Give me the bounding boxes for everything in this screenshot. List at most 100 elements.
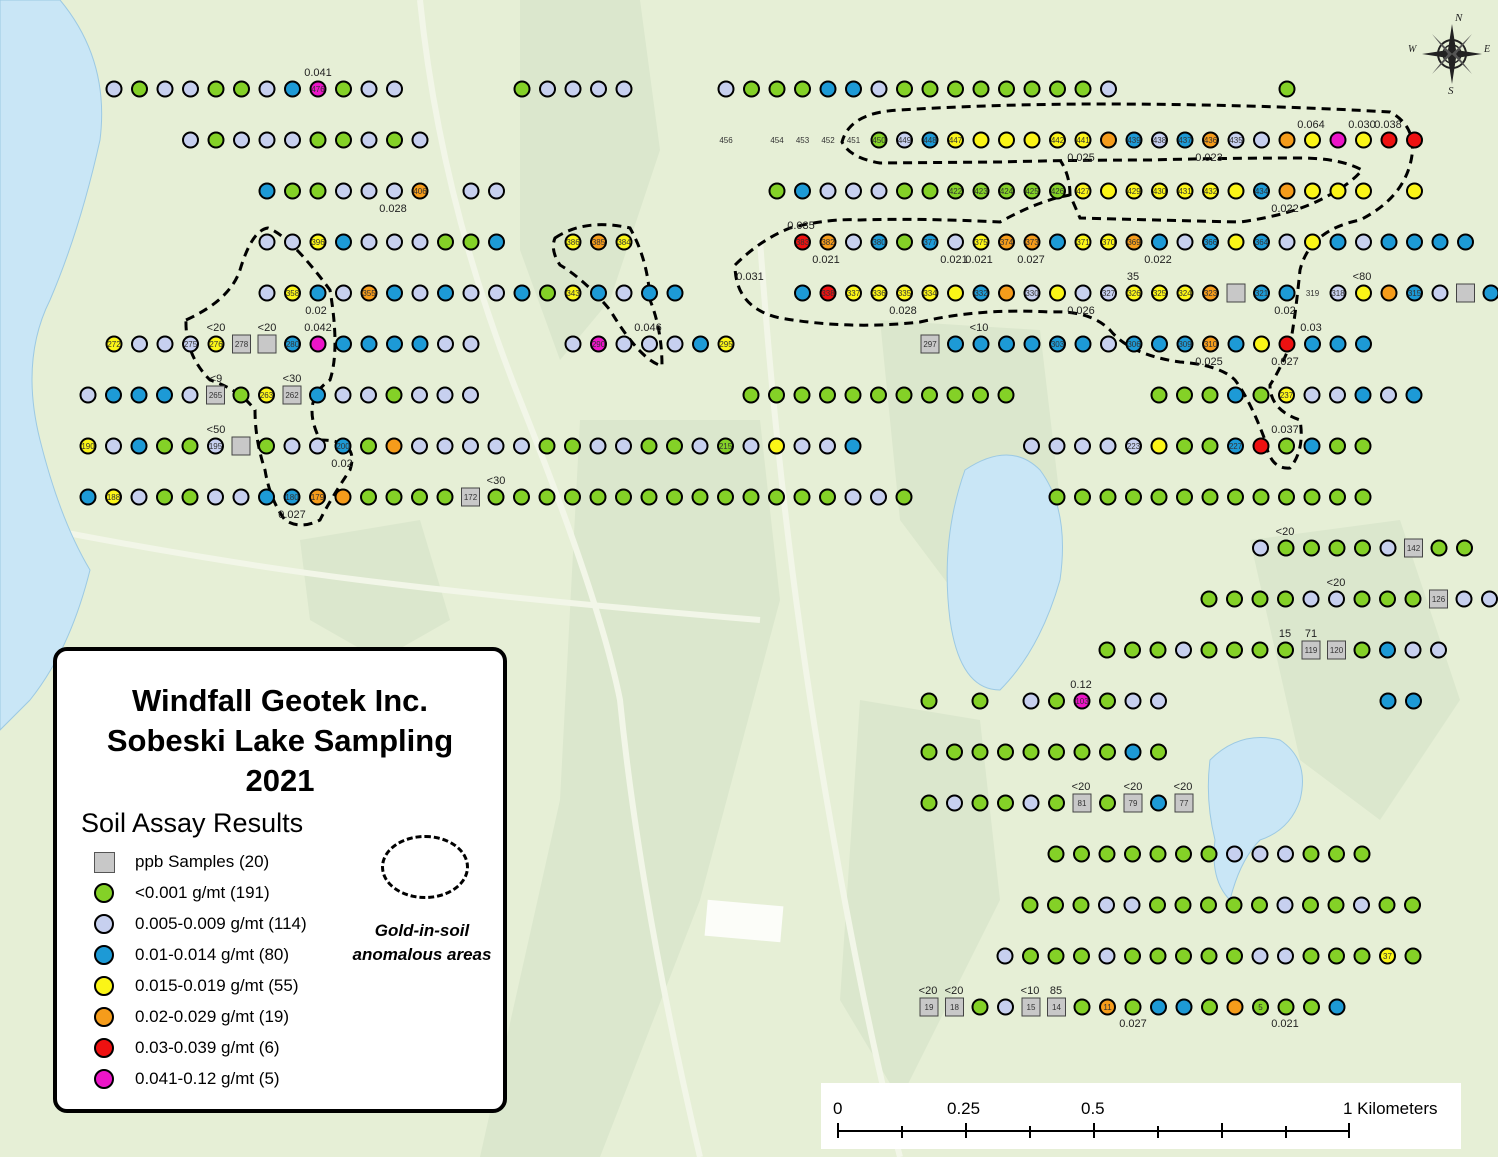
sample-id-label: 438 xyxy=(1153,136,1167,145)
soil-sample-point xyxy=(1098,641,1116,659)
sample-id-label: 423 xyxy=(974,187,988,196)
soil-sample-point xyxy=(1022,743,1040,761)
soil-sample-point xyxy=(105,80,123,98)
assay-value-label: 0.023 xyxy=(1195,152,1223,164)
sample-id-label: 263 xyxy=(260,391,274,400)
soil-sample-point xyxy=(411,335,429,353)
soil-sample-point xyxy=(1406,182,1423,200)
assay-value-label: 0.022 xyxy=(1144,254,1172,266)
compass-east-label: E xyxy=(1483,44,1490,55)
soil-sample-point xyxy=(1200,590,1218,608)
assay-value-label: 0.037 xyxy=(1271,424,1299,436)
soil-sample-point xyxy=(1227,335,1245,353)
sample-id-label: 323 xyxy=(1204,289,1218,298)
soil-sample-point xyxy=(462,386,479,404)
soil-sample-point xyxy=(1023,80,1041,98)
sample-id-label: 321 xyxy=(1255,289,1269,298)
soil-sample-point xyxy=(1303,539,1320,557)
soil-sample-point xyxy=(1022,947,1039,965)
soil-sample-point xyxy=(1021,896,1039,914)
soil-sample-point xyxy=(819,80,837,98)
soil-sample-point xyxy=(1048,437,1066,455)
assay-value-label: 71 xyxy=(1305,628,1317,640)
map-canvas[interactable]: 476 456 454 453 452 451 450 449 448 447 442 441 439 4… xyxy=(0,0,1498,1157)
soil-sample-point xyxy=(1150,998,1167,1016)
anomaly-legend-label: Gold-in-soil anomalous areas xyxy=(337,919,507,967)
soil-sample-point xyxy=(1406,233,1423,251)
soil-sample-point xyxy=(870,386,887,404)
soil-sample-point xyxy=(920,794,938,812)
soil-sample-point xyxy=(1251,845,1269,863)
assay-value-label: <80 xyxy=(1353,271,1372,283)
soil-sample-point xyxy=(258,131,276,149)
soil-sample-point xyxy=(1099,692,1116,710)
soil-sample-point xyxy=(1302,845,1320,863)
sample-id-label: 330 xyxy=(1025,289,1039,298)
sample-id-label: 424 xyxy=(1000,187,1014,196)
assay-value-label: <20 xyxy=(258,322,277,334)
soil-sample-point xyxy=(1278,131,1296,149)
soil-sample-point xyxy=(1100,335,1117,353)
soil-sample-point xyxy=(207,80,225,98)
sample-id-label: 310 xyxy=(1204,340,1218,349)
assay-value-label: 35 xyxy=(1127,271,1139,283)
soil-sample-point xyxy=(131,80,148,98)
soil-sample-point xyxy=(386,335,403,353)
soil-sample-point xyxy=(743,80,760,98)
legend-title-project: Sobeski Lake Sampling xyxy=(106,723,454,758)
legend-item-label: 0.03-0.039 g/mt (6) xyxy=(135,1038,280,1057)
soil-sample-point xyxy=(360,437,377,455)
soil-sample-point xyxy=(794,182,811,200)
soil-sample-point xyxy=(844,386,862,404)
assay-value-label: 0.02 xyxy=(331,458,352,470)
assay-value-label: <30 xyxy=(283,373,302,385)
soil-sample-point xyxy=(335,131,352,149)
soil-sample-point xyxy=(1276,896,1294,914)
sample-id-label: 453 xyxy=(796,136,810,145)
soil-sample-point xyxy=(1048,743,1065,761)
assay-value-label: 0.030 xyxy=(1348,119,1376,131)
assay-value-label: <20 xyxy=(1174,781,1193,793)
soil-sample-point xyxy=(1303,488,1321,506)
assay-value-label: 15 xyxy=(1279,628,1291,640)
soil-sample-point xyxy=(1201,386,1219,404)
compass: N S E W xyxy=(1404,8,1492,97)
sample-id-label: 327 xyxy=(1102,289,1116,298)
sample-id-label: 441 xyxy=(1076,136,1090,145)
assay-value-label: 0.026 xyxy=(1067,305,1095,317)
sample-id-label: 336 xyxy=(872,289,886,298)
anomaly-label-line1: Gold-in-soil xyxy=(374,921,470,940)
assay-value-label: <20 xyxy=(1276,526,1295,538)
soil-sample-point xyxy=(692,335,709,353)
soil-sample-point xyxy=(1149,947,1167,965)
soil-sample-point xyxy=(284,80,301,98)
sample-id-label: 275 xyxy=(184,340,198,349)
soil-sample-point xyxy=(1380,284,1398,302)
scale-bar: 0 0.25 0.5 1 Kilometers xyxy=(821,1083,1461,1149)
compass-west-label: W xyxy=(1408,44,1418,55)
sample-id-label: 386 xyxy=(566,238,580,247)
soil-sample-point xyxy=(845,80,862,98)
soil-sample-point xyxy=(1074,284,1092,302)
soil-sample-point xyxy=(258,488,275,506)
soil-sample-point xyxy=(1200,947,1218,965)
soil-sample-point xyxy=(1304,182,1321,200)
sample-id-label: 326 xyxy=(1127,289,1141,298)
legend-item-label: 0.01-0.014 g/mt (80) xyxy=(135,945,290,964)
soil-sample-point xyxy=(615,437,632,455)
assay-value-label: 85 xyxy=(1050,985,1062,997)
soil-sample-point xyxy=(360,233,378,251)
sample-id-label: 295 xyxy=(719,340,733,349)
soil-sample-point xyxy=(1406,131,1423,149)
soil-sample-point xyxy=(1278,182,1296,200)
sample-id-label: 456 xyxy=(719,136,733,145)
sample-id-label: 77 xyxy=(1180,799,1189,808)
sample-id-label: 303 xyxy=(1051,340,1065,349)
soil-sample-point xyxy=(1100,131,1117,149)
soil-sample-point xyxy=(1048,488,1066,506)
soil-sample-point xyxy=(1150,386,1168,404)
sample-id-label: 180 xyxy=(285,493,299,502)
assay-value-label: 0.03 xyxy=(1300,322,1321,334)
sample-id-label: 406 xyxy=(413,187,427,196)
soil-sample-point xyxy=(1073,998,1091,1016)
